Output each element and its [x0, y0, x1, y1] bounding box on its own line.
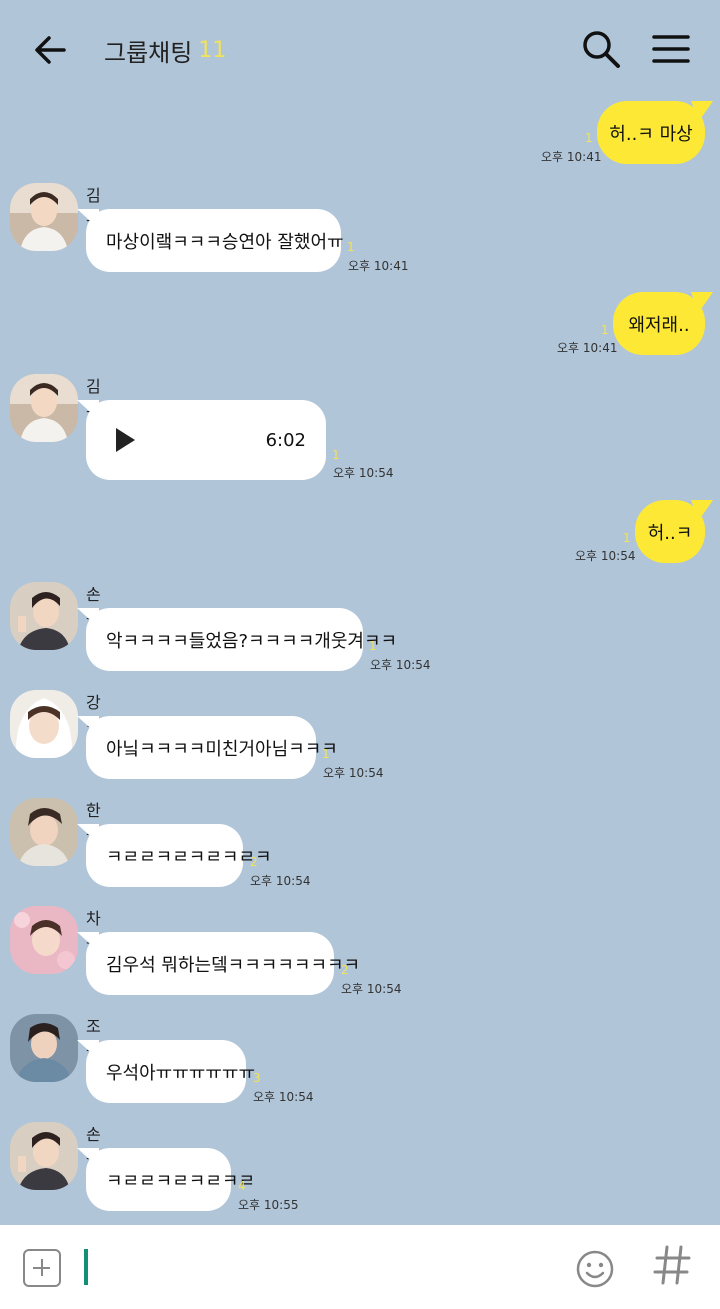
unread-count: 1 [601, 323, 609, 337]
message-text: 우석아ㅠㅠㅠㅠㅠㅠ [106, 1062, 256, 1084]
search-icon [583, 31, 620, 68]
smiley-icon [576, 1250, 614, 1288]
bubble-tail [691, 101, 713, 121]
message-text: 허..ㅋ [647, 522, 693, 544]
message-time: 오후 10:55 [238, 1198, 299, 1212]
message-time: 오후 10:41 [557, 341, 618, 355]
message-time: 오후 10:54 [250, 874, 311, 888]
back-button[interactable] [30, 30, 70, 70]
bubble-tail [77, 716, 99, 736]
bubble-tail [77, 1040, 99, 1060]
other-message-bubble[interactable]: 김우석 뭐하는뎈ㅋㅋㅋㅋㅋㅋㅋㅋ [77, 932, 360, 995]
text-cursor [84, 1249, 88, 1285]
message-text: 김우석 뭐하는뎈ㅋㅋㅋㅋㅋㅋㅋㅋ [106, 954, 361, 976]
message-text: 아닠ㅋㅋㅋㅋ미친거아님ㅋㅋㅋ [106, 738, 338, 760]
avatar[interactable] [10, 798, 78, 866]
bubble-tail [77, 1148, 99, 1168]
other-message-bubble[interactable]: ㅋㄹㄹㅋㄹㅋㄹㅋㄹ [77, 1148, 255, 1211]
bubble-tail [77, 932, 99, 952]
message-time: 오후 10:54 [370, 658, 431, 672]
bubble-tail [77, 209, 99, 229]
chat-header: 그룹채팅 11 [0, 0, 720, 98]
avatar-image [10, 690, 78, 758]
message-time: 오후 10:54 [575, 549, 636, 563]
message-time: 오후 10:41 [348, 259, 409, 273]
hamburger-menu-icon [652, 35, 690, 63]
unread-count: 4 [238, 1179, 246, 1193]
play-icon[interactable] [116, 428, 135, 452]
message-text: ㅋㄹㄹㅋㄹㅋㄹㅋㄹㅋ [106, 846, 272, 868]
other-message-bubble[interactable]: 악ㅋㅋㅋㅋ들었음?ㅋㅋㅋㅋ개웃겨ㅋㅋ [77, 608, 397, 671]
unread-count: 1 [322, 747, 330, 761]
avatar[interactable] [10, 1122, 78, 1190]
avatar[interactable] [10, 906, 78, 974]
my-message-bubble[interactable]: 허..ㅋ [635, 500, 713, 563]
member-count: 11 [198, 37, 227, 63]
bubble-tail [77, 608, 99, 628]
avatar[interactable] [10, 582, 78, 650]
other-message-bubble[interactable]: 아닠ㅋㅋㅋㅋ미친거아님ㅋㅋㅋ [77, 716, 338, 779]
unread-count: 1 [623, 531, 631, 545]
unread-count: 2 [250, 855, 258, 869]
avatar-image [10, 906, 78, 974]
my-message-bubble[interactable]: 왜저래.. [613, 292, 713, 355]
bubble-tail [77, 400, 99, 420]
chat-title-area: 그룹채팅 11 [104, 30, 226, 70]
message-text: 마상이랰ㅋㅋㅋ승연아 잘했어ㅠ [106, 231, 344, 253]
other-message-bubble[interactable]: 우석아ㅠㅠㅠㅠㅠㅠ [77, 1040, 255, 1103]
message-input-bar [0, 1225, 720, 1309]
message-text: 악ㅋㅋㅋㅋ들었음?ㅋㅋㅋㅋ개웃겨ㅋㅋ [106, 630, 398, 652]
avatar-image [10, 1014, 78, 1082]
message-text: ㅋㄹㄹㅋㄹㅋㄹㅋㄹ [106, 1170, 256, 1192]
menu-button[interactable] [650, 30, 692, 70]
my-message-bubble[interactable]: 허..ㅋ 마상 [597, 101, 713, 164]
other-message-bubble[interactable]: ㅋㄹㄹㅋㄹㅋㄹㅋㄹㅋ [77, 824, 272, 887]
unread-count: 1 [585, 131, 593, 145]
avatar-image [10, 582, 78, 650]
voice-message-bubble[interactable]: 6:02 [77, 400, 326, 480]
voice-duration: 6:02 [265, 429, 306, 451]
message-input[interactable] [94, 1245, 554, 1289]
message-time: 오후 10:54 [333, 466, 394, 480]
message-time: 오후 10:54 [253, 1090, 314, 1104]
plus-square-icon[interactable] [23, 1249, 61, 1287]
avatar[interactable] [10, 1014, 78, 1082]
unread-count: 3 [253, 1071, 261, 1085]
other-message-bubble[interactable]: 마상이랰ㅋㅋㅋ승연아 잘했어ㅠ [77, 209, 344, 272]
message-text: 허..ㅋ 마상 [609, 123, 693, 145]
avatar-image [10, 798, 78, 866]
avatar[interactable] [10, 690, 78, 758]
search-button[interactable] [580, 28, 622, 70]
message-time: 오후 10:41 [541, 150, 602, 164]
hash-button[interactable] [652, 1243, 692, 1291]
avatar-image [10, 1122, 78, 1190]
emoji-button[interactable] [575, 1249, 615, 1289]
arrow-left-icon [35, 36, 66, 64]
avatar[interactable] [10, 183, 78, 251]
bubble-tail [691, 500, 713, 520]
unread-count: 1 [332, 448, 340, 462]
bubble-tail [77, 824, 99, 844]
hash-icon [653, 1245, 691, 1285]
chat-title: 그룹채팅 [104, 38, 193, 67]
bubble-tail [691, 292, 713, 312]
unread-count: 1 [347, 240, 355, 254]
message-time: 오후 10:54 [341, 982, 402, 996]
message-text: 왜저래.. [628, 314, 690, 336]
unread-count: 2 [341, 963, 349, 977]
message-time: 오후 10:54 [323, 766, 384, 780]
avatar-image [10, 374, 78, 442]
unread-count: 1 [369, 639, 377, 653]
avatar-image [10, 183, 78, 251]
avatar[interactable] [10, 374, 78, 442]
